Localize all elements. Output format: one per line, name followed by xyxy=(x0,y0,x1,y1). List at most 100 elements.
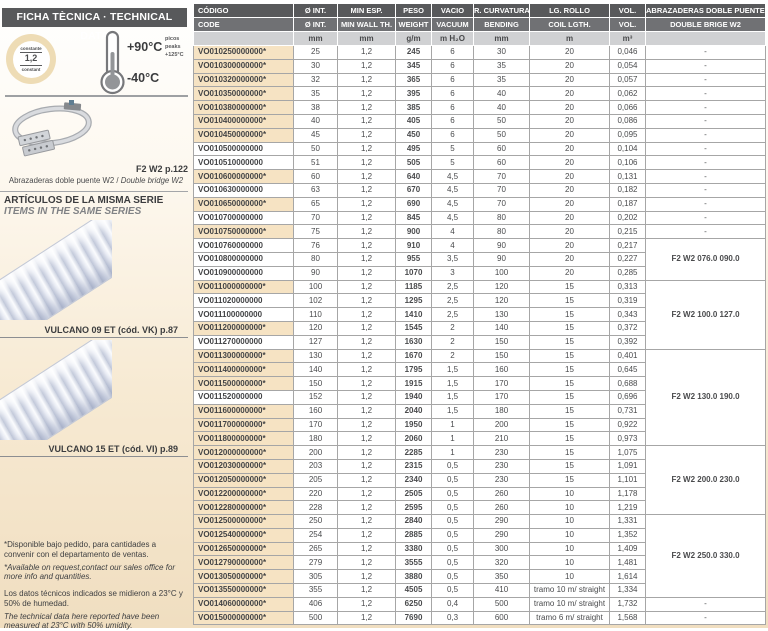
clamp-image xyxy=(8,100,92,162)
cell-inner-diameter: 279 xyxy=(294,556,338,570)
cell-volume: 0,217 xyxy=(610,239,646,253)
cell-w2-clamps: - xyxy=(646,128,766,142)
cell-min-wall: 1,2 xyxy=(338,390,396,404)
divider xyxy=(0,337,188,338)
cell-code: VO011100000000 xyxy=(194,308,294,322)
cell-bending: 260 xyxy=(474,487,530,501)
cell-inner-diameter: 65 xyxy=(294,197,338,211)
cell-coil-length: 20 xyxy=(530,128,610,142)
cell-volume: 1,075 xyxy=(610,446,646,460)
cell-inner-diameter: 38 xyxy=(294,101,338,115)
unit-mm: mm xyxy=(294,32,338,46)
cell-coil-length: 15 xyxy=(530,308,610,322)
cell-bending: 40 xyxy=(474,101,530,115)
cell-code: VO011800000000* xyxy=(194,432,294,446)
cell-weight: 3380 xyxy=(396,542,432,556)
cell-volume: 0,285 xyxy=(610,266,646,280)
cell-vacuum: 2 xyxy=(432,335,474,349)
cell-inner-diameter: 80 xyxy=(294,252,338,266)
temperature-max: +90°C xyxy=(127,40,162,54)
cell-w2-clamps: - xyxy=(646,211,766,225)
cell-weight: 3555 xyxy=(396,556,432,570)
cell-code: VO010510000000 xyxy=(194,156,294,170)
cell-vacuum: 4 xyxy=(432,225,474,239)
hose1-caption: VULCANO 09 ET (cód. VK) p.87 xyxy=(0,325,178,335)
header-volume: VOL. xyxy=(610,18,646,32)
cell-min-wall: 1,2 xyxy=(338,459,396,473)
cell-vacuum: 0,5 xyxy=(432,515,474,529)
cell-w2-clamps: - xyxy=(646,225,766,239)
cell-weight: 1070 xyxy=(396,266,432,280)
cell-code: VO011700000000* xyxy=(194,418,294,432)
cell-volume: 0,973 xyxy=(610,432,646,446)
cell-bending: 50 xyxy=(474,128,530,142)
cell-weight: 7690 xyxy=(396,611,432,625)
cell-weight: 2595 xyxy=(396,501,432,515)
cell-inner-diameter: 355 xyxy=(294,584,338,598)
cell-min-wall: 1,2 xyxy=(338,87,396,101)
footnotes: *Disponible bajo pedido, para cantidades… xyxy=(4,540,188,631)
cell-bending: 70 xyxy=(474,197,530,211)
cell-code: VO012500000000* xyxy=(194,515,294,529)
hose-image xyxy=(0,340,112,440)
cell-min-wall: 1,2 xyxy=(338,515,396,529)
cell-vacuum: 0,5 xyxy=(432,542,474,556)
cell-coil-length: 10 xyxy=(530,528,610,542)
cell-bending: 60 xyxy=(474,156,530,170)
cell-min-wall: 1,2 xyxy=(338,432,396,446)
cell-min-wall: 1,2 xyxy=(338,473,396,487)
cell-code: VO011600000000* xyxy=(194,404,294,418)
cell-min-wall: 1,2 xyxy=(338,335,396,349)
cell-code: VO012050000000* xyxy=(194,473,294,487)
cell-volume: 1,409 xyxy=(610,542,646,556)
cell-code: VO010600000000* xyxy=(194,170,294,184)
cell-weight: 2885 xyxy=(396,528,432,542)
cell-bending: 40 xyxy=(474,87,530,101)
cell-min-wall: 1,2 xyxy=(338,211,396,225)
cell-inner-diameter: 120 xyxy=(294,321,338,335)
cell-volume: 0,046 xyxy=(610,46,646,60)
cell-volume: 0,202 xyxy=(610,211,646,225)
cell-coil-length: 10 xyxy=(530,556,610,570)
cell-volume: 0,057 xyxy=(610,73,646,87)
cell-coil-length: 20 xyxy=(530,156,610,170)
cell-code: VO010400000000* xyxy=(194,114,294,128)
cell-min-wall: 1,2 xyxy=(338,280,396,294)
cell-vacuum: 1,5 xyxy=(432,363,474,377)
cell-weight: 495 xyxy=(396,142,432,156)
cell-bending: 150 xyxy=(474,335,530,349)
cell-volume: 0,372 xyxy=(610,321,646,335)
cell-inner-diameter: 90 xyxy=(294,266,338,280)
constant-ratio-badge: constante 1,2 constant xyxy=(6,34,56,84)
cell-volume: 1,178 xyxy=(610,487,646,501)
cell-coil-length: 20 xyxy=(530,101,610,115)
cell-code: VO010500000000 xyxy=(194,142,294,156)
cell-weight: 405 xyxy=(396,114,432,128)
unit-m: m xyxy=(530,32,610,46)
cell-coil-length: 15 xyxy=(530,390,610,404)
cell-vacuum: 1,5 xyxy=(432,377,474,391)
cell-vacuum: 5 xyxy=(432,156,474,170)
table-row: VO010700000000701,28454,580200,202- xyxy=(194,211,766,225)
header-code: CODE xyxy=(194,18,294,32)
cell-coil-length: 20 xyxy=(530,266,610,280)
cell-code: VO012540000000* xyxy=(194,528,294,542)
cell-coil-length: 20 xyxy=(530,170,610,184)
cell-w2-clamps: - xyxy=(646,114,766,128)
cell-vacuum: 4,5 xyxy=(432,183,474,197)
table-row: VO010300000000*301,2345635200,054- xyxy=(194,59,766,73)
cell-bending: 300 xyxy=(474,542,530,556)
cell-code: VO010630000000 xyxy=(194,183,294,197)
cell-bending: 290 xyxy=(474,515,530,529)
footnote-conditions-es: Los datos técnicos indicados se midieron… xyxy=(4,589,188,609)
cell-min-wall: 1,2 xyxy=(338,501,396,515)
cell-volume: 1,101 xyxy=(610,473,646,487)
peaks-line-en: peaks xyxy=(165,44,184,52)
cell-coil-length: 15 xyxy=(530,280,610,294)
cell-vacuum: 3 xyxy=(432,266,474,280)
table-row: VO010750000000*751,2900480200,215- xyxy=(194,225,766,239)
table-units-row: mm mm g/m m H₂O mm m m³ xyxy=(194,32,766,46)
cell-inner-diameter: 205 xyxy=(294,473,338,487)
table-row: VO010380000000*381,2385640200,066- xyxy=(194,101,766,115)
cell-coil-length: tramo 6 m/ straight xyxy=(530,611,610,625)
